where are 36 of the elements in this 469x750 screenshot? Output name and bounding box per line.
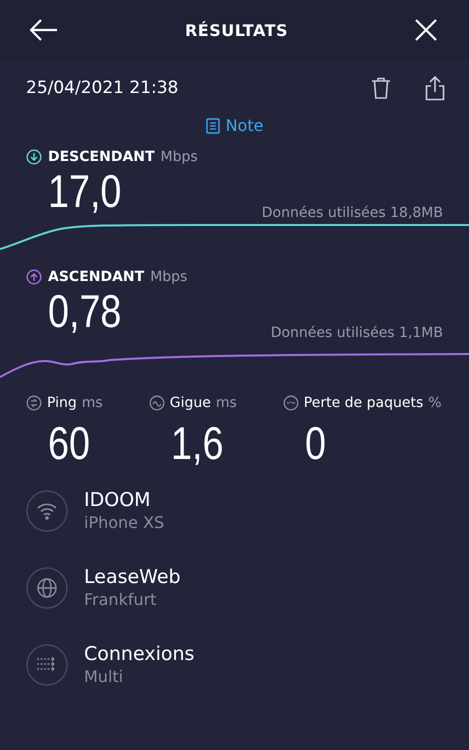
metric-value: 1,6 — [170, 419, 224, 467]
back-arrow-icon[interactable] — [30, 19, 58, 41]
metric-value: 60 — [48, 419, 91, 467]
screen-title: RÉSULTATS — [184, 20, 288, 40]
speed-value: 17,0 — [48, 167, 122, 215]
info-subtitle: Multi — [84, 667, 124, 686]
metric-label: Perte de paquets — [304, 395, 424, 411]
info-title: IDOOM — [84, 489, 152, 511]
wave-icon — [148, 395, 165, 411]
metric-unit: % — [428, 395, 442, 411]
info-subtitle: Frankfurt — [84, 590, 158, 609]
speed-value: 0,78 — [48, 287, 122, 335]
arrows-icon — [26, 644, 68, 686]
share-icon[interactable] — [425, 75, 445, 101]
info-title: Connexions — [84, 643, 194, 665]
close-icon[interactable] — [415, 19, 437, 41]
globe-icon — [26, 566, 68, 608]
speed-label: DESCENDANT — [48, 149, 155, 165]
speed-label: ASCENDANT — [48, 269, 144, 285]
data-used-text: Données utilisées 1,1MB — [270, 325, 443, 341]
speed-unit: Mbps — [160, 149, 198, 165]
metric-label: Ping — [47, 395, 77, 411]
wifi-icon — [26, 490, 68, 532]
note-icon — [206, 118, 220, 134]
metric-value: 0 — [304, 419, 327, 467]
trash-icon[interactable] — [371, 77, 391, 99]
metric-unit: ms — [216, 395, 237, 411]
metric-unit: ms — [82, 395, 103, 411]
info-subtitle: iPhone XS — [84, 513, 164, 532]
data-used-text: Données utilisées 18,8MB — [262, 205, 443, 221]
test-date: 25/04/2021 21:38 — [26, 78, 178, 98]
info-title: LeaseWeb — [84, 566, 181, 588]
speed-unit: Mbps — [150, 269, 188, 285]
ping-icon — [26, 395, 42, 411]
metric-label: Gigue — [170, 395, 211, 411]
note-button[interactable]: Note — [202, 112, 268, 139]
